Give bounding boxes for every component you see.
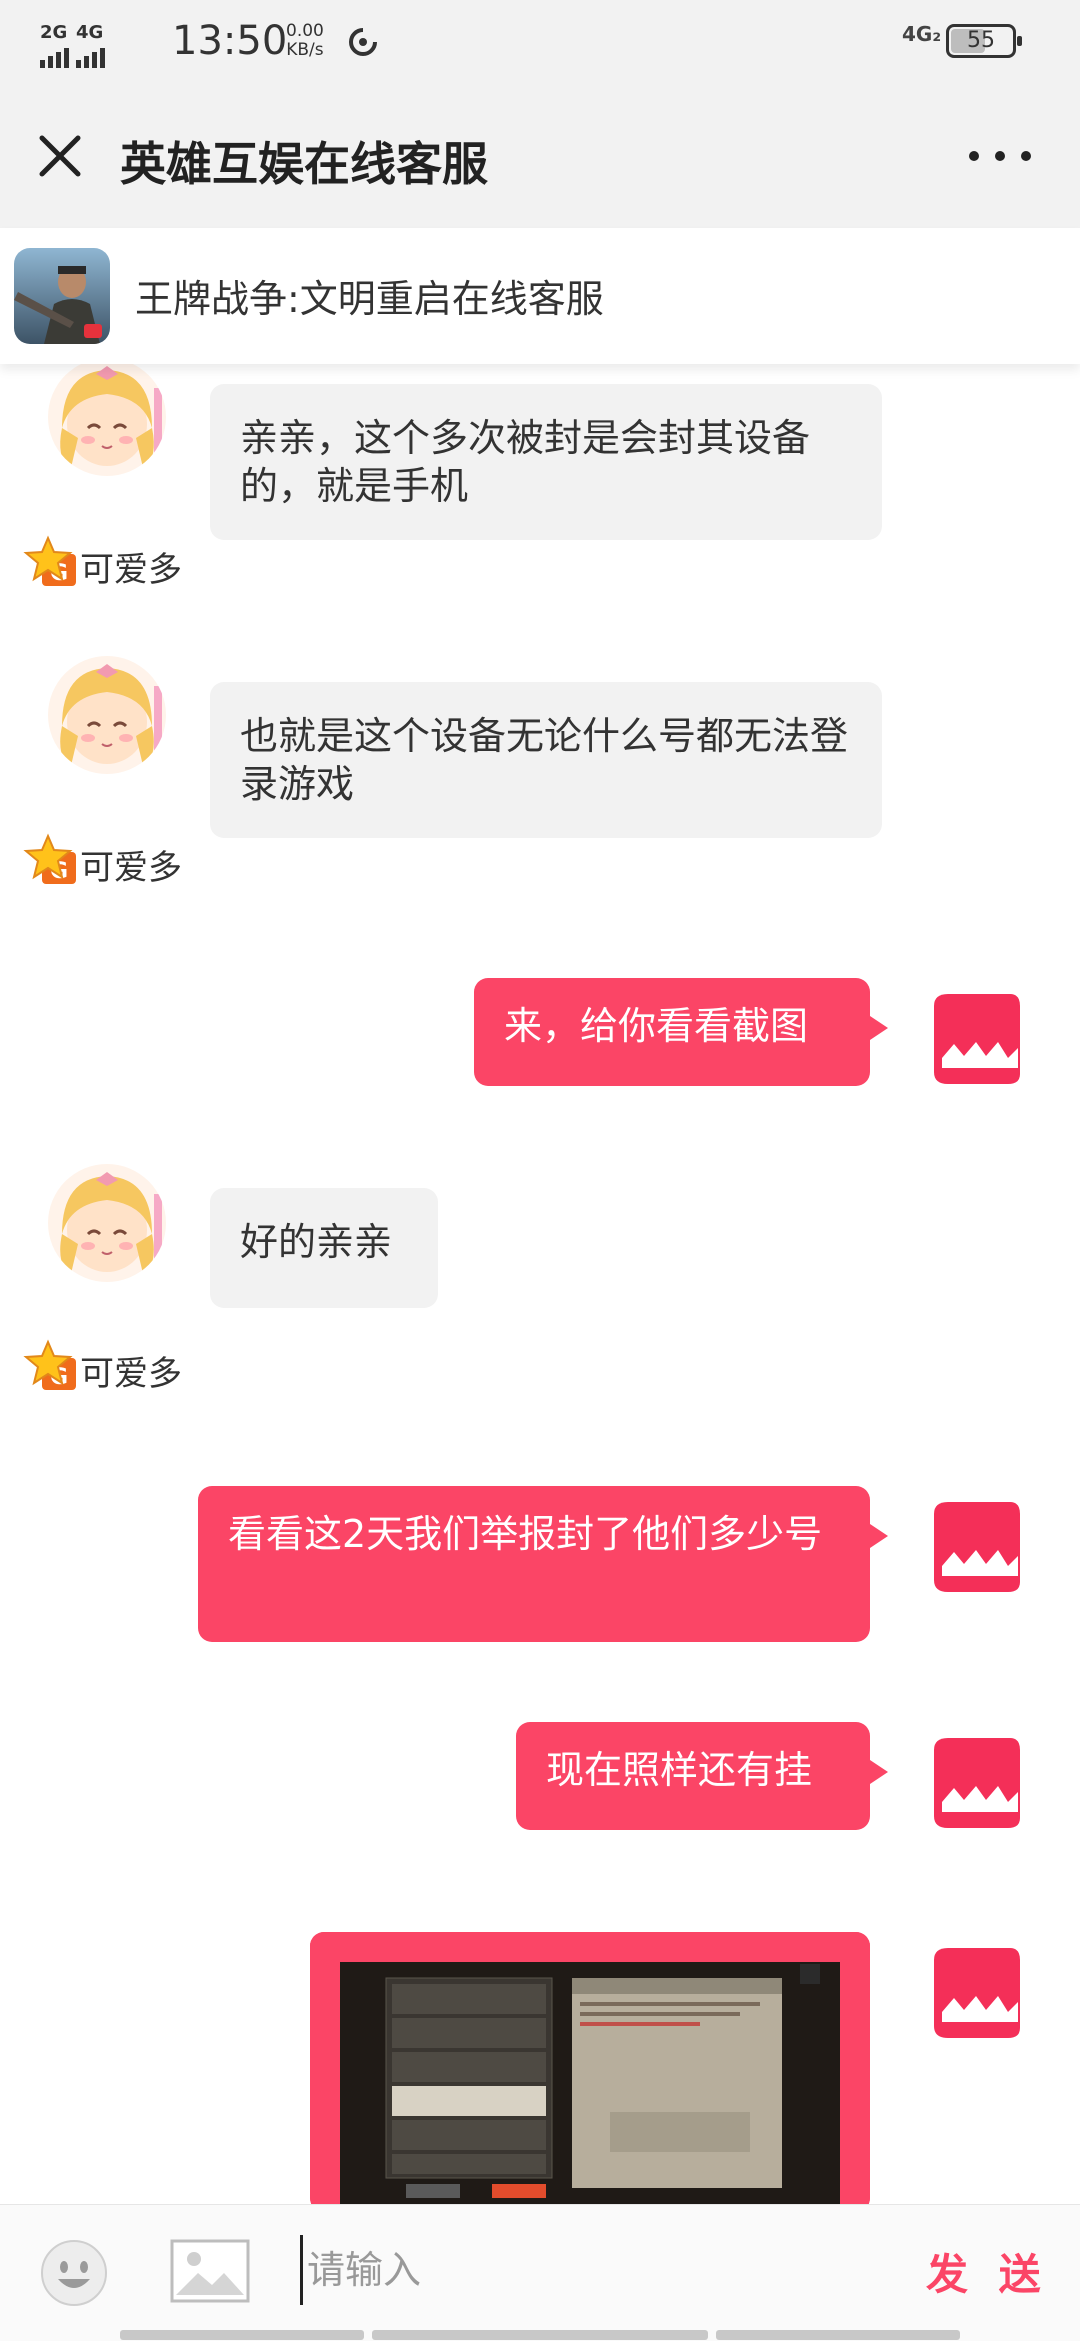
network-4g2-label: 4G₂ xyxy=(902,22,942,46)
agent-avatar[interactable] xyxy=(48,364,166,476)
user-avatar[interactable] xyxy=(924,1494,1028,1598)
service-header: 王牌战争:文明重启在线客服 xyxy=(0,228,1080,364)
net-speed: 0.00 KB/s xyxy=(286,22,324,60)
signal-2-label: 4G xyxy=(76,22,104,43)
message-input[interactable] xyxy=(300,2235,911,2305)
star-badge-icon: G xyxy=(23,1339,76,1390)
agent-name: 可爱多 xyxy=(80,550,182,590)
net-speed-unit: KB/s xyxy=(286,40,324,60)
star-badge-icon: G xyxy=(23,833,76,884)
screenshot-thumbnail-image[interactable] xyxy=(310,1932,870,2204)
nav-indicator-right xyxy=(716,2330,960,2340)
input-bar: 发 送 xyxy=(0,2204,1080,2341)
app-loop-icon xyxy=(349,27,378,56)
battery-icon: 55 xyxy=(946,24,1022,58)
user-message-bubble: 看看这2天我们举报封了他们多少号 xyxy=(198,1486,888,1642)
send-button[interactable]: 发 送 xyxy=(926,2241,1049,2302)
chat-list[interactable]: 亲亲，这个多次被封是会封其设备的，就是手机 G 可爱多 也就是这个设备无论什么号… xyxy=(0,364,1080,2204)
agent-message-bubble: 亲亲，这个多次被封是会封其设备的，就是手机 xyxy=(210,384,882,540)
game-logo-icon xyxy=(14,248,110,344)
user-avatar[interactable] xyxy=(924,986,1028,1090)
battery-level: 55 xyxy=(967,28,995,53)
agent-avatar[interactable] xyxy=(48,656,166,774)
star-badge-icon: G xyxy=(23,535,76,586)
user-avatar[interactable] xyxy=(924,1940,1028,2044)
clock: 13:50 xyxy=(172,18,288,64)
signal-1-label: 2G xyxy=(40,22,68,43)
nav-indicator-center xyxy=(372,2330,708,2340)
status-bar: 2G 4G 13:50 0.00 KB/s 4G₂ 55 xyxy=(0,0,1080,84)
service-title: 王牌战争:文明重启在线客服 xyxy=(135,277,604,321)
agent-name: 可爱多 xyxy=(80,1354,182,1394)
agent-name: 可爱多 xyxy=(80,848,182,888)
user-message-bubble: 现在照样还有挂 xyxy=(516,1722,888,1830)
emoji-icon[interactable] xyxy=(40,2239,108,2307)
close-icon[interactable] xyxy=(30,126,90,186)
nav-indicator-left xyxy=(120,2330,364,2340)
net-speed-value: 0.00 xyxy=(286,21,324,41)
user-message-bubble: 来，给你看看截图 xyxy=(474,978,888,1086)
agent-avatar[interactable] xyxy=(48,1164,166,1282)
user-avatar[interactable] xyxy=(924,1730,1028,1834)
user-image-message[interactable] xyxy=(310,1932,870,2204)
more-icon[interactable] xyxy=(960,134,1040,178)
agent-message-bubble: 好的亲亲 xyxy=(210,1188,438,1308)
image-picker-icon[interactable] xyxy=(170,2239,250,2303)
page-title: 英雄互娱在线客服 xyxy=(120,137,488,191)
agent-message-bubble: 也就是这个设备无论什么号都无法登录游戏 xyxy=(210,682,882,838)
title-bar: 英雄互娱在线客服 xyxy=(0,84,1080,228)
